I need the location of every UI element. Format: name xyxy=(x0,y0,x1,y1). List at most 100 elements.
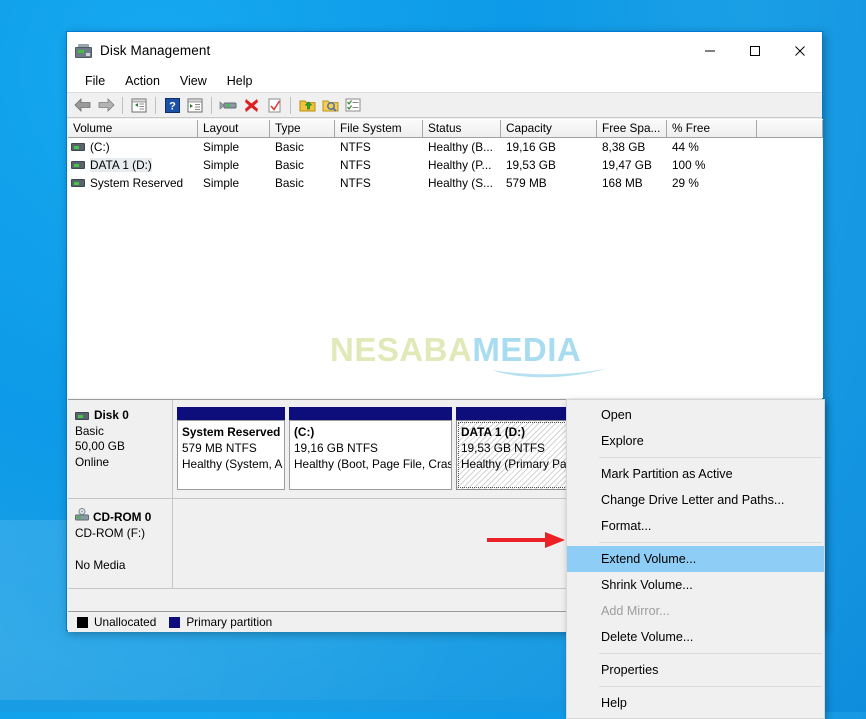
list-view-icon[interactable] xyxy=(342,94,364,116)
context-menu-item-shrink-volume[interactable]: Shrink Volume... xyxy=(567,572,824,598)
legend-item-unallocated: Unallocated xyxy=(77,615,156,629)
volume-cell-status: Healthy (B... xyxy=(423,140,501,154)
disk-name: Disk 0 xyxy=(94,408,129,424)
toolbar-separator xyxy=(155,97,156,114)
legend-swatch-unallocated xyxy=(77,617,88,628)
volume-cell-free-space: 19,47 GB xyxy=(597,158,667,172)
volume-cell-capacity: 19,16 GB xyxy=(501,140,597,154)
menu-bar: File Action View Help xyxy=(67,69,822,92)
disk-drive-icon xyxy=(75,44,92,58)
toolbar-separator xyxy=(211,97,212,114)
cdrom-title: CD-ROM 0 xyxy=(75,508,166,525)
column-header-file-system[interactable]: File System xyxy=(335,120,423,137)
partition-status: Healthy (Primary Pa xyxy=(461,457,567,471)
context-menu-item-format[interactable]: Format... xyxy=(567,513,824,539)
volume-cell-status: Healthy (S... xyxy=(423,176,501,190)
column-header-status[interactable]: Status xyxy=(423,120,501,137)
help-icon[interactable]: ? xyxy=(161,94,183,116)
context-menu-item-extend-volume[interactable]: Extend Volume... xyxy=(567,546,824,572)
disk-status: Online xyxy=(75,455,166,471)
column-header-free-space[interactable]: Free Spa... xyxy=(597,120,667,137)
partition-cap-bar xyxy=(177,407,285,420)
volume-cell-type: Basic xyxy=(270,158,335,172)
properties-check-icon[interactable] xyxy=(263,94,285,116)
volume-cell-percent-free: 44 % xyxy=(667,140,757,154)
volume-cell-name[interactable]: DATA 1 (D:) xyxy=(68,158,198,172)
partition-box: (C:) 19,16 GB NTFS Healthy (Boot, Page F… xyxy=(289,420,452,490)
toolbar-separator xyxy=(122,97,123,114)
volume-list-header: Volume Layout Type File System Status Ca… xyxy=(68,119,823,138)
folder-up-icon[interactable] xyxy=(296,94,318,116)
show-hide-console-tree-icon[interactable] xyxy=(128,94,150,116)
partition-c-drive[interactable]: (C:) 19,16 GB NTFS Healthy (Boot, Page F… xyxy=(289,407,452,490)
toolbar: ? xyxy=(67,92,822,118)
cdrom-status: No Media xyxy=(75,557,166,573)
volume-cell-file-system: NTFS xyxy=(335,176,423,190)
cdrom-icon xyxy=(75,508,89,525)
close-button[interactable] xyxy=(777,32,822,69)
table-row[interactable]: DATA 1 (D:) Simple Basic NTFS Healthy (P… xyxy=(68,156,823,174)
partition-size: 19,16 GB NTFS xyxy=(294,441,378,455)
cdrom-info-panel[interactable]: CD-ROM 0 CD-ROM (F:) No Media xyxy=(68,499,173,589)
partition-status: Healthy (Boot, Page File, Crash xyxy=(294,457,452,471)
svg-text:?: ? xyxy=(169,100,176,112)
column-header-blank[interactable] xyxy=(757,120,823,137)
context-menu-item-delete-volume[interactable]: Delete Volume... xyxy=(567,624,824,650)
menu-help[interactable]: Help xyxy=(217,72,263,90)
volume-disk-icon xyxy=(71,161,85,169)
legend-swatch-primary xyxy=(169,617,180,628)
context-menu-item-properties[interactable]: Properties xyxy=(567,657,824,683)
table-row[interactable]: (C:) Simple Basic NTFS Healthy (B... 19,… xyxy=(68,138,823,156)
show-hide-action-pane-icon[interactable] xyxy=(184,94,206,116)
volume-cell-layout: Simple xyxy=(198,158,270,172)
volume-cell-name[interactable]: System Reserved xyxy=(68,176,198,190)
column-header-volume[interactable]: Volume xyxy=(68,120,198,137)
context-menu-item-mark-partition-as-active[interactable]: Mark Partition as Active xyxy=(567,461,824,487)
partition-size: 19,53 GB NTFS xyxy=(461,441,545,455)
column-header-layout[interactable]: Layout xyxy=(198,120,270,137)
menu-file[interactable]: File xyxy=(75,72,115,90)
menu-action[interactable]: Action xyxy=(115,72,170,90)
context-menu-separator xyxy=(599,686,822,687)
folder-search-icon[interactable] xyxy=(319,94,341,116)
forward-arrow-icon[interactable] xyxy=(95,94,117,116)
back-arrow-icon[interactable] xyxy=(72,94,94,116)
disk-type: Basic xyxy=(75,424,166,440)
table-row[interactable]: System Reserved Simple Basic NTFS Health… xyxy=(68,174,823,192)
legend-label: Primary partition xyxy=(186,615,272,629)
volume-cell-percent-free: 100 % xyxy=(667,158,757,172)
menu-view[interactable]: View xyxy=(170,72,217,90)
column-header-type[interactable]: Type xyxy=(270,120,335,137)
disk-info-panel[interactable]: Disk 0 Basic 50,00 GB Online xyxy=(68,400,173,499)
context-menu-item-add-mirror: Add Mirror... xyxy=(567,598,824,624)
title-bar[interactable]: Disk Management xyxy=(67,32,822,69)
volume-cell-free-space: 168 MB xyxy=(597,176,667,190)
legend-item-primary-partition: Primary partition xyxy=(169,615,272,629)
context-menu-separator xyxy=(599,653,822,654)
volume-cell-type: Basic xyxy=(270,176,335,190)
volume-cell-name[interactable]: (C:) xyxy=(68,140,198,154)
rescan-disks-icon[interactable] xyxy=(217,94,239,116)
volume-cell-capacity: 579 MB xyxy=(501,176,597,190)
minimize-button[interactable] xyxy=(687,32,732,69)
context-menu-item-change-drive-letter-and-paths[interactable]: Change Drive Letter and Paths... xyxy=(567,487,824,513)
context-menu-item-open[interactable]: Open xyxy=(567,402,824,428)
volume-cell-type: Basic xyxy=(270,140,335,154)
toolbar-separator xyxy=(290,97,291,114)
column-header-percent-free[interactable]: % Free xyxy=(667,120,757,137)
cdrom-spacer xyxy=(75,541,166,557)
volume-list-pane: Volume Layout Type File System Status Ca… xyxy=(68,119,823,398)
legend-label: Unallocated xyxy=(94,615,156,629)
cdrom-letter: CD-ROM (F:) xyxy=(75,525,166,541)
annotation-arrow-icon xyxy=(487,530,567,550)
maximize-button[interactable] xyxy=(732,32,777,69)
column-header-capacity[interactable]: Capacity xyxy=(501,120,597,137)
context-menu-item-help[interactable]: Help xyxy=(567,690,824,716)
context-menu-item-explore[interactable]: Explore xyxy=(567,428,824,454)
volume-disk-icon xyxy=(71,179,85,187)
volume-label: DATA 1 (D:) xyxy=(90,158,152,172)
partition-box: System Reserved 579 MB NTFS Healthy (Sys… xyxy=(177,420,285,490)
cdrom-name: CD-ROM 0 xyxy=(93,509,151,525)
partition-system-reserved[interactable]: System Reserved 579 MB NTFS Healthy (Sys… xyxy=(177,407,285,490)
delete-red-x-icon[interactable] xyxy=(240,94,262,116)
